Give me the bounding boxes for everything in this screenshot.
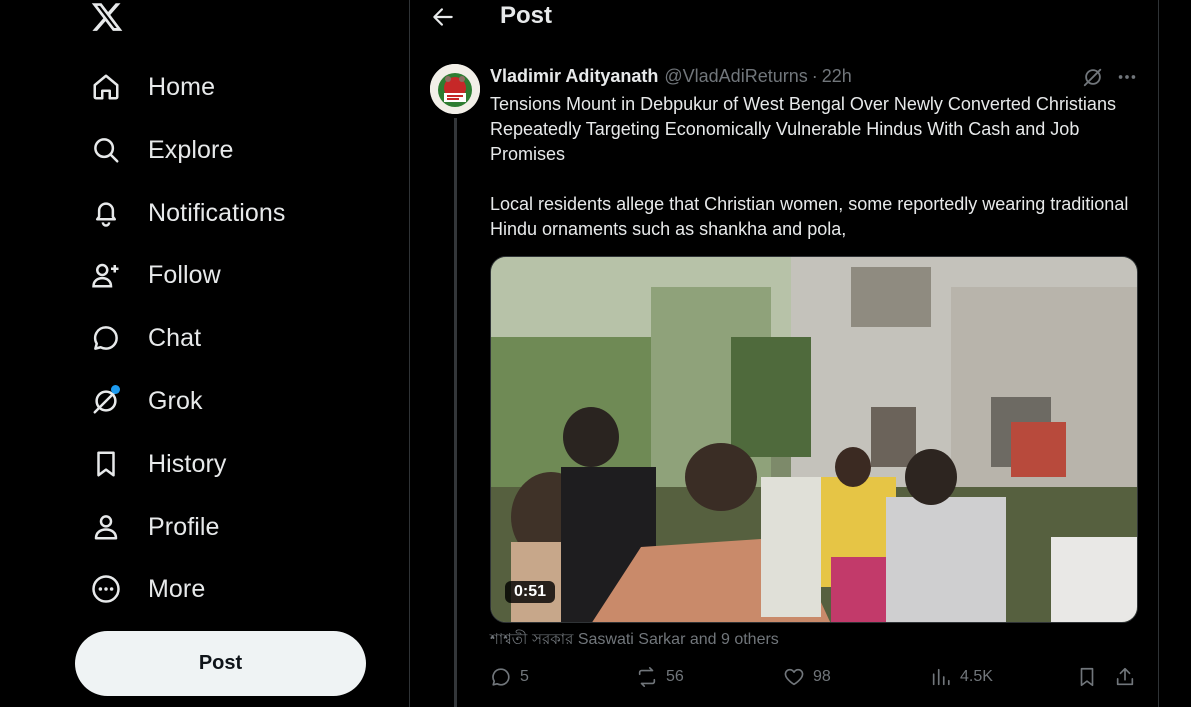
sidebar-item-more[interactable]: More: [88, 564, 205, 614]
sidebar-item-profile[interactable]: Profile: [88, 502, 220, 552]
timestamp[interactable]: 22h: [822, 66, 852, 87]
x-logo-icon[interactable]: [90, 0, 124, 34]
tagged-user-bengali: শাশ্বতী সরকার: [490, 630, 574, 648]
author-name[interactable]: Vladimir Adityanath: [490, 66, 658, 87]
sidebar-item-label: Chat: [148, 323, 202, 352]
sidebar-item-follow[interactable]: Follow: [88, 250, 221, 300]
sidebar-item-chat[interactable]: Chat: [88, 313, 201, 363]
avatar[interactable]: [430, 64, 480, 114]
grok-icon[interactable]: [1082, 66, 1104, 88]
repost-count: 56: [666, 668, 684, 685]
sidebar-item-label: History: [148, 449, 227, 478]
share-button[interactable]: [1114, 664, 1144, 690]
bell-icon: [88, 195, 124, 231]
sidebar-item-explore[interactable]: Explore: [88, 125, 233, 175]
home-icon: [88, 69, 124, 105]
sidebar-item-label: Follow: [148, 260, 221, 289]
views-chart-icon: [932, 668, 950, 686]
tagged-user-others: Saswati Sarkar and 9 others: [577, 631, 779, 648]
person-icon: [88, 509, 124, 545]
video-duration-badge: 0:51: [505, 581, 556, 603]
tweet-text-paragraph: Tensions Mount in Debpukur of West Benga…: [490, 94, 1116, 164]
sidebar-item-history[interactable]: History: [88, 439, 226, 489]
reply-icon: [492, 668, 510, 686]
author-handle[interactable]: @VladAdiReturns: [664, 66, 807, 87]
sidebar-item-label: Home: [148, 72, 216, 101]
more-options-icon[interactable]: [1116, 66, 1138, 88]
reply-button[interactable]: 5: [490, 664, 529, 690]
main-column: Post Vladimir Adityanath @VladAdiReturns…: [409, 0, 1159, 707]
sidebar-item-notifications[interactable]: Notifications: [88, 188, 285, 238]
video-thumbnail: [491, 257, 1137, 622]
bookmark-icon: [88, 446, 124, 482]
back-arrow-icon[interactable]: [430, 4, 458, 30]
share-icon: [1116, 667, 1134, 686]
more-circle-icon: [88, 571, 124, 607]
video-player[interactable]: 0:51: [490, 256, 1138, 623]
thread-line: [454, 118, 457, 707]
heart-icon: [784, 668, 804, 686]
bookmark-button[interactable]: [1076, 664, 1106, 690]
separator: ·: [811, 66, 818, 86]
page-title: Post: [500, 2, 553, 29]
views-button[interactable]: 4.5K: [930, 664, 993, 690]
view-count: 4.5K: [960, 668, 993, 685]
sidebar-item-home[interactable]: Home: [88, 62, 215, 112]
sidebar-item-label: More: [148, 574, 206, 603]
sidebar-item-label: Notifications: [148, 198, 286, 227]
bookmark-icon: [1080, 667, 1094, 687]
repost-button[interactable]: 56: [636, 664, 684, 690]
page-header: Post: [410, 0, 1158, 34]
notification-dot: [111, 385, 120, 394]
like-count: 98: [813, 668, 831, 685]
tagged-users[interactable]: শাশ্বতী সরকার Saswati Sarkar and 9 other…: [490, 628, 779, 653]
chat-bubble-icon: [88, 320, 124, 356]
tweet-header: Vladimir Adityanath @VladAdiReturns · 22…: [490, 66, 852, 87]
post-button[interactable]: Post: [75, 631, 366, 696]
search-icon: [88, 132, 124, 168]
reply-count: 5: [520, 668, 529, 685]
sidebar-item-label: Grok: [148, 386, 203, 415]
like-button[interactable]: 98: [783, 664, 831, 690]
grok-icon: [88, 383, 124, 419]
repost-icon: [638, 667, 656, 687]
sidebar-item-grok[interactable]: Grok: [88, 376, 203, 426]
tweet-text: Tensions Mount in Debpukur of West Benga…: [490, 92, 1150, 242]
tweet-text-paragraph: Local residents allege that Christian wo…: [490, 194, 1129, 239]
sidebar-item-label: Explore: [148, 135, 234, 164]
tweet-actions: 5 56 98 4.5K: [490, 664, 1150, 690]
add-person-icon: [88, 257, 124, 293]
sidebar: Home Explore Notifications Follow Chat G…: [0, 0, 409, 707]
sidebar-item-label: Profile: [148, 512, 220, 541]
